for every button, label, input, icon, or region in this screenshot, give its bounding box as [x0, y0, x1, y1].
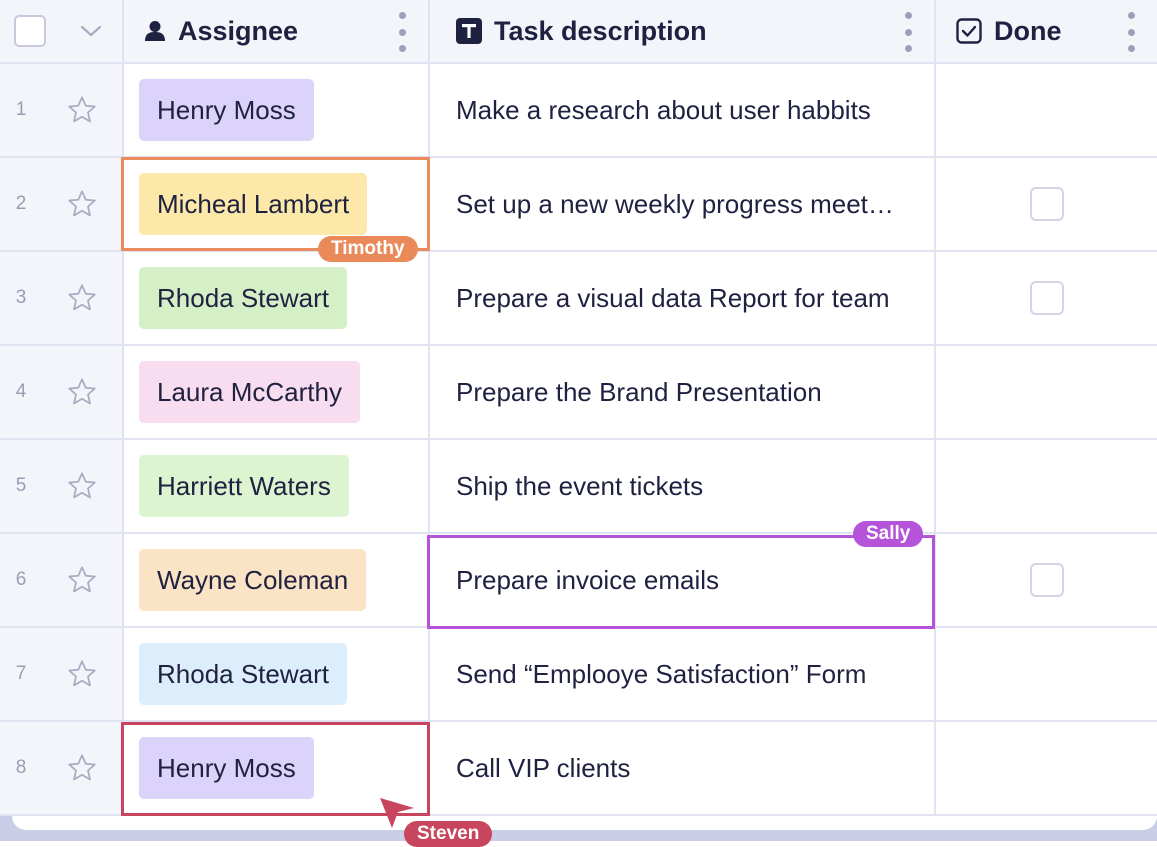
star-outline-icon[interactable]: [42, 628, 122, 720]
done-checkbox[interactable]: [1029, 187, 1064, 221]
assignee-tag[interactable]: Rhoda Stewart: [139, 267, 347, 329]
done-cell[interactable]: [934, 722, 1157, 814]
done-cell[interactable]: [934, 158, 1157, 250]
star-outline-icon[interactable]: [42, 722, 122, 814]
assignee-cell[interactable]: Harriett Waters: [122, 440, 428, 532]
row-number: 2: [15, 193, 27, 214]
checkbox-checked-icon: [956, 18, 982, 44]
assignee-tag[interactable]: Wayne Coleman: [139, 549, 367, 611]
column-title-assignee: Assignee: [178, 15, 299, 46]
task-cell[interactable]: Call VIP clients: [428, 722, 934, 814]
star-outline-icon[interactable]: [42, 158, 122, 250]
grid-header-row: Assignee Task description Done: [0, 0, 1157, 64]
assignee-cell[interactable]: Rhoda Stewart: [122, 252, 428, 344]
row-number: 3: [15, 287, 27, 308]
task-cell[interactable]: Prepare a visual data Report for team: [428, 252, 934, 344]
assignee-tag[interactable]: Harriett Waters: [139, 455, 349, 517]
table-row[interactable]: 4 Laura McCarthy Prepare the Brand Prese…: [0, 346, 1157, 440]
task-text: Send “Emplooye Satisfaction” Form: [456, 658, 867, 689]
table-row[interactable]: 3 Rhoda Stewart Prepare a visual data Re…: [0, 252, 1157, 346]
star-outline-icon[interactable]: [42, 252, 122, 344]
done-cell[interactable]: [934, 252, 1157, 344]
text-T-icon: [456, 18, 482, 44]
collaborator-label-sally: Sally: [853, 521, 924, 547]
done-cell[interactable]: [934, 534, 1157, 626]
column-header-done[interactable]: Done: [934, 0, 1157, 62]
task-cell[interactable]: Prepare the Brand Presentation: [428, 346, 934, 438]
column-header-task[interactable]: Task description: [428, 0, 934, 62]
grid-bottom-edge: [12, 816, 1157, 830]
star-outline-icon[interactable]: [42, 440, 122, 532]
task-cell[interactable]: Ship the event tickets: [428, 440, 934, 532]
row-number: 6: [15, 569, 27, 590]
header-menu-cell[interactable]: [60, 0, 122, 62]
task-text: Prepare a visual data Report for team: [456, 282, 890, 313]
assignee-cell[interactable]: Wayne Coleman: [122, 534, 428, 626]
done-cell[interactable]: [934, 628, 1157, 720]
task-text: Call VIP clients: [456, 752, 631, 783]
table-row[interactable]: 2 Micheal Lambert Set up a new weekly pr…: [0, 158, 1157, 252]
column-title-task: Task description: [494, 15, 707, 46]
row-number: 4: [15, 381, 27, 402]
kebab-menu-icon[interactable]: [1127, 12, 1135, 52]
table-row[interactable]: 8 Henry Moss Call VIP clients: [0, 722, 1157, 816]
collaborator-label-steven: Steven: [404, 821, 493, 847]
table-row[interactable]: 7 Rhoda Stewart Send “Emplooye Satisfact…: [0, 628, 1157, 722]
row-number: 1: [15, 99, 27, 120]
chevron-down-icon[interactable]: [79, 24, 103, 38]
kebab-menu-icon[interactable]: [904, 12, 912, 52]
task-text: Prepare the Brand Presentation: [456, 376, 822, 407]
task-cell[interactable]: Prepare invoice emails: [428, 534, 934, 626]
row-number: 5: [15, 475, 27, 496]
done-cell[interactable]: [934, 346, 1157, 438]
assignee-cell[interactable]: Henry Moss: [122, 64, 428, 156]
column-header-assignee[interactable]: Assignee: [122, 0, 428, 62]
row-number: 8: [15, 757, 27, 778]
star-outline-icon[interactable]: [42, 64, 122, 156]
star-outline-icon[interactable]: [42, 534, 122, 626]
row-number: 7: [15, 663, 27, 684]
done-checkbox[interactable]: [1029, 563, 1064, 597]
task-text: Ship the event tickets: [456, 470, 704, 501]
kebab-menu-icon[interactable]: [398, 12, 406, 52]
task-text: Make a research about user habbits: [456, 94, 871, 125]
task-text: Prepare invoice emails: [456, 564, 720, 595]
assignee-cell[interactable]: Laura McCarthy: [122, 346, 428, 438]
table-row[interactable]: 5 Harriett Waters Ship the event tickets: [0, 440, 1157, 534]
collaborator-label-timothy: Timothy: [318, 236, 418, 262]
assignee-tag[interactable]: Rhoda Stewart: [139, 643, 347, 705]
task-cell[interactable]: Send “Emplooye Satisfaction” Form: [428, 628, 934, 720]
done-cell[interactable]: [934, 440, 1157, 532]
task-text: Set up a new weekly progress meet…: [456, 188, 894, 219]
star-outline-icon[interactable]: [42, 346, 122, 438]
assignee-cell[interactable]: Rhoda Stewart: [122, 628, 428, 720]
column-title-done: Done: [994, 15, 1062, 46]
person-icon: [144, 20, 166, 42]
assignee-tag[interactable]: Micheal Lambert: [139, 173, 368, 235]
done-checkbox[interactable]: [1029, 281, 1064, 315]
table-row[interactable]: 6 Wayne Coleman Prepare invoice emails: [0, 534, 1157, 628]
task-cell[interactable]: Make a research about user habbits: [428, 64, 934, 156]
table-row[interactable]: 1 Henry Moss Make a research about user …: [0, 64, 1157, 158]
assignee-tag[interactable]: Henry Moss: [139, 79, 314, 141]
select-all-checkbox[interactable]: [14, 15, 46, 47]
assignee-tag[interactable]: Henry Moss: [139, 737, 314, 799]
assignee-tag[interactable]: Laura McCarthy: [139, 361, 360, 423]
select-all-cell[interactable]: [0, 0, 60, 62]
done-cell[interactable]: [934, 64, 1157, 156]
task-cell[interactable]: Set up a new weekly progress meet…: [428, 158, 934, 250]
